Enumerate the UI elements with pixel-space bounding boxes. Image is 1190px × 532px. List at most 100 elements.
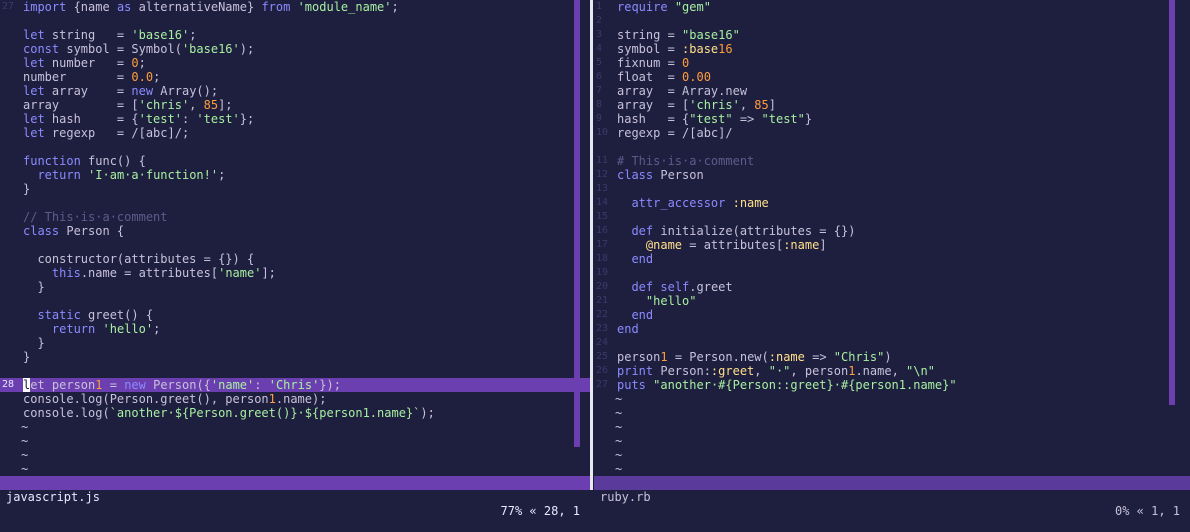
code-line[interactable]: 26 print Person::greet, "·", person1.name… <box>594 364 1190 378</box>
code-text[interactable]: let array = new Array(); <box>23 84 218 98</box>
code-text[interactable]: this.name = attributes['name']; <box>23 266 276 280</box>
code-line[interactable]: 18 end <box>594 252 1190 266</box>
code-line[interactable] <box>0 140 590 154</box>
code-text[interactable]: person1 = Person.new(:name => "Chris") <box>617 350 892 364</box>
code-line[interactable]: console.log(Person.greet(), person1.name… <box>0 392 590 406</box>
code-line[interactable]: 20 def self.greet <box>594 280 1190 294</box>
code-text[interactable]: return 'hello'; <box>23 322 160 336</box>
code-text[interactable]: static greet() { <box>23 308 153 322</box>
code-line[interactable]: static greet() { <box>0 308 590 322</box>
right-pane-ruby[interactable]: 1 require "gem" 2 3 string = "base16" 4 symbol… <box>594 0 1190 476</box>
code-text[interactable]: @name = attributes[:name] <box>617 238 827 252</box>
code-text[interactable]: } <box>23 336 44 350</box>
code-text[interactable]: const symbol = Symbol('base16'); <box>23 42 254 56</box>
code-line[interactable]: constructor(attributes = {}) { <box>0 252 590 266</box>
code-line[interactable]: } <box>0 182 590 196</box>
code-line[interactable]: 13 <box>594 182 1190 196</box>
left-pane-javascript[interactable]: 27 import {name as alternativeName} from … <box>0 0 590 476</box>
code-line[interactable]: } <box>0 336 590 350</box>
code-line[interactable]: 19 <box>594 266 1190 280</box>
code-text[interactable]: // This·is·a·comment <box>23 210 168 224</box>
code-line[interactable]: 3 string = "base16" <box>594 28 1190 42</box>
code-line[interactable]: 17 @name = attributes[:name] <box>594 238 1190 252</box>
code-line[interactable]: return 'hello'; <box>0 322 590 336</box>
code-text[interactable]: string = "base16" <box>617 28 740 42</box>
code-text[interactable]: symbol = :base16 <box>617 42 733 56</box>
code-line[interactable]: 8 array = ['chris', 85] <box>594 98 1190 112</box>
code-text[interactable]: import {name as alternativeName} from 'm… <box>23 0 399 14</box>
code-line[interactable]: 10 regexp = /[abc]/ <box>594 126 1190 140</box>
code-line[interactable]: 2 <box>594 14 1190 28</box>
code-line[interactable]: return 'I·am·a·function!'; <box>0 168 590 182</box>
code-line[interactable]: 28 let person1 = new Person({'name': 'Chr… <box>0 378 590 392</box>
code-line[interactable]: 16 def initialize(attributes = {}) <box>594 224 1190 238</box>
code-line[interactable]: const symbol = Symbol('base16'); <box>0 42 590 56</box>
code-line[interactable]: function func() { <box>0 154 590 168</box>
code-text[interactable]: let regexp = /[abc]/; <box>23 126 189 140</box>
code-text[interactable]: "hello" <box>617 294 697 308</box>
code-line[interactable]: this.name = attributes['name']; <box>0 266 590 280</box>
code-text[interactable]: def self.greet <box>617 280 732 294</box>
code-line[interactable]: 12 class Person <box>594 168 1190 182</box>
code-line[interactable] <box>0 294 590 308</box>
code-line[interactable]: array = ['chris', 85]; <box>0 98 590 112</box>
code-text[interactable]: let string = 'base16'; <box>23 28 196 42</box>
code-line[interactable]: 22 end <box>594 308 1190 322</box>
code-text[interactable]: return 'I·am·a·function!'; <box>23 168 225 182</box>
code-line[interactable]: 1 require "gem" <box>594 0 1190 14</box>
code-line[interactable]: console.log(`another·${Person.greet()}·$… <box>0 406 590 420</box>
code-text[interactable]: number = 0.0; <box>23 70 160 84</box>
code-text[interactable]: let number = 0; <box>23 56 146 70</box>
code-line[interactable]: let hash = {'test': 'test'}; <box>0 112 590 126</box>
code-text[interactable]: console.log(Person.greet(), person1.name… <box>23 392 326 406</box>
code-text[interactable]: attr_accessor :name <box>617 196 768 210</box>
code-line[interactable] <box>0 196 590 210</box>
code-text[interactable]: float = 0.00 <box>617 70 711 84</box>
code-line[interactable] <box>0 364 590 378</box>
code-text[interactable]: class Person <box>617 168 704 182</box>
code-text[interactable]: hash = {"test" => "test"} <box>617 112 812 126</box>
code-text[interactable]: let person1 = new Person({'name': 'Chris… <box>23 378 341 392</box>
code-line[interactable]: 6 float = 0.00 <box>594 70 1190 84</box>
code-line[interactable]: 4 symbol = :base16 <box>594 42 1190 56</box>
code-line[interactable]: let regexp = /[abc]/; <box>0 126 590 140</box>
code-line[interactable]: 27 import {name as alternativeName} from … <box>0 0 590 14</box>
code-text[interactable]: require "gem" <box>617 0 711 14</box>
code-text[interactable]: console.log(`another·${Person.greet()}·$… <box>23 406 435 420</box>
code-line[interactable]: // This·is·a·comment <box>0 210 590 224</box>
code-line[interactable]: let array = new Array(); <box>0 84 590 98</box>
code-line[interactable]: number = 0.0; <box>0 70 590 84</box>
code-lines-right[interactable]: 1 require "gem" 2 3 string = "base16" 4 symbol… <box>594 0 1190 476</box>
code-line[interactable]: 9 hash = {"test" => "test"} <box>594 112 1190 126</box>
code-line[interactable] <box>594 140 1190 154</box>
code-text[interactable]: puts "another·#{Person::greet}·#{person1… <box>617 378 957 392</box>
code-line[interactable]: } <box>0 350 590 364</box>
code-line[interactable] <box>0 14 590 28</box>
code-line[interactable]: class Person { <box>0 224 590 238</box>
code-line[interactable]: 15 <box>594 210 1190 224</box>
code-line[interactable]: } <box>0 280 590 294</box>
code-line[interactable]: 11 # This·is·a·comment <box>594 154 1190 168</box>
code-line[interactable]: let string = 'base16'; <box>0 28 590 42</box>
code-text[interactable]: regexp = /[abc]/ <box>617 126 733 140</box>
code-line[interactable]: 21 "hello" <box>594 294 1190 308</box>
code-text[interactable]: class Person { <box>23 224 124 238</box>
left-scrollbar[interactable] <box>574 0 580 447</box>
code-text[interactable]: # This·is·a·comment <box>617 154 754 168</box>
code-text[interactable]: fixnum = 0 <box>617 56 689 70</box>
code-text[interactable]: function func() { <box>23 154 146 168</box>
code-text[interactable]: } <box>23 350 30 364</box>
code-text[interactable]: array = Array.new <box>617 84 747 98</box>
code-line[interactable]: 25 person1 = Person.new(:name => "Chris") <box>594 350 1190 364</box>
code-line[interactable]: 7 array = Array.new <box>594 84 1190 98</box>
code-line[interactable] <box>0 238 590 252</box>
code-text[interactable]: constructor(attributes = {}) { <box>23 252 254 266</box>
code-text[interactable]: array = ['chris', 85]; <box>23 98 233 112</box>
code-text[interactable]: print Person::greet, "·", person1.name, … <box>617 364 935 378</box>
code-line[interactable]: let number = 0; <box>0 56 590 70</box>
code-text[interactable]: end <box>617 308 653 322</box>
code-text[interactable]: def initialize(attributes = {}) <box>617 224 855 238</box>
code-text[interactable]: } <box>23 182 30 196</box>
code-text[interactable]: } <box>23 280 44 294</box>
code-text[interactable]: end <box>617 322 639 336</box>
